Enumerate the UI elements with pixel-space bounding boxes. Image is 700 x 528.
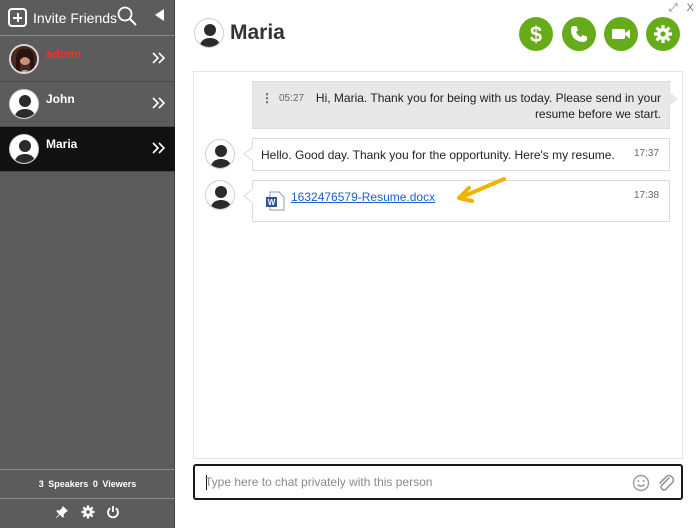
plus-icon[interactable] <box>8 8 27 27</box>
bubble-tail <box>243 147 253 161</box>
phone-icon <box>571 26 587 42</box>
user-item-maria[interactable]: Maria <box>0 127 175 172</box>
message-bubble-self: ⋮ 05:27 Hi, Maria. Thank you for being w… <box>252 81 670 129</box>
power-icon[interactable] <box>106 505 120 519</box>
contact-avatar <box>194 18 224 48</box>
message-composer <box>193 464 683 500</box>
avatar <box>9 89 39 119</box>
viewers-count: 0 <box>92 479 98 489</box>
avatar <box>9 44 39 74</box>
expand-icon[interactable]: ⤢ <box>669 2 678 14</box>
user-item-admin[interactable]: admin <box>0 37 175 82</box>
user-name: Maria <box>46 137 78 151</box>
double-chevron-right-icon[interactable] <box>152 97 166 109</box>
user-silhouette-icon <box>210 145 232 168</box>
svg-text:$: $ <box>530 22 542 47</box>
close-icon[interactable]: X <box>687 2 694 14</box>
viewers-label: Viewers <box>102 479 137 489</box>
message-menu-icon[interactable]: ⋮ <box>261 91 273 105</box>
message-text: Hello. Good day. Thank you for the oppor… <box>261 148 615 162</box>
bubble-tail <box>669 92 678 106</box>
user-name: admin <box>46 47 82 61</box>
user-list: admin John Maria <box>0 37 175 172</box>
chat-input[interactable] <box>205 472 615 492</box>
chat-settings-button[interactable] <box>646 17 680 51</box>
file-attachment-link[interactable]: 1632476579-Resume.docx <box>291 190 435 204</box>
invite-friends-label[interactable]: Invite Friends <box>33 10 117 26</box>
window-controls: ⤢ X <box>663 2 694 15</box>
user-name: John <box>46 92 75 106</box>
admin-photo-icon <box>11 46 37 72</box>
search-icon[interactable] <box>116 5 138 27</box>
chat-panel: ⤢ X Maria $ ⋮ 05:27 Hi, Maria. Thank you… <box>176 0 700 528</box>
user-silhouette-icon <box>14 140 36 163</box>
collapse-sidebar-icon[interactable] <box>153 8 165 22</box>
speakers-label: Speakers <box>48 479 89 489</box>
attachment-icon[interactable] <box>656 473 674 493</box>
message-bubble: Hello. Good day. Thank you for the oppor… <box>252 138 670 171</box>
video-camera-icon <box>612 29 630 39</box>
message-list: ⋮ 05:27 Hi, Maria. Thank you for being w… <box>193 71 683 459</box>
gear-icon <box>654 25 672 43</box>
word-document-icon: W <box>266 191 285 211</box>
annotation-arrow-icon <box>457 177 506 203</box>
bubble-tail <box>243 189 253 203</box>
dollar-icon: $ <box>530 22 542 47</box>
sidebar-header: Invite Friends <box>0 0 175 36</box>
message-time: 17:38 <box>634 190 660 201</box>
message-time: 17:37 <box>634 148 660 159</box>
sidebar: Invite Friends admin John Maria 3 Speake… <box>0 0 175 528</box>
double-chevron-right-icon[interactable] <box>152 142 166 154</box>
message-time: 05:27 <box>279 93 305 104</box>
send-money-button[interactable]: $ <box>519 17 553 51</box>
message-text: Hi, Maria. Thank you for being with us t… <box>315 91 661 121</box>
avatar <box>9 134 39 164</box>
user-silhouette-icon <box>199 24 221 47</box>
pin-icon[interactable] <box>55 505 69 519</box>
emoji-icon[interactable] <box>632 474 650 492</box>
video-call-button[interactable] <box>604 17 638 51</box>
user-item-john[interactable]: John <box>0 82 175 127</box>
user-silhouette-icon <box>210 186 232 209</box>
double-chevron-right-icon[interactable] <box>152 52 166 64</box>
sender-avatar <box>205 139 235 169</box>
speakers-count: 3 <box>38 479 44 489</box>
user-silhouette-icon <box>14 95 36 118</box>
sender-avatar <box>205 180 235 210</box>
chat-app: Invite Friends admin John Maria 3 Speake… <box>0 0 700 528</box>
svg-text:W: W <box>268 198 276 207</box>
voice-call-button[interactable] <box>562 17 596 51</box>
contact-name: Maria <box>230 21 285 44</box>
room-stats: 3 Speakers 0 Viewers <box>0 469 175 499</box>
settings-gear-icon[interactable] <box>81 505 95 519</box>
sidebar-toolbar <box>0 500 175 528</box>
